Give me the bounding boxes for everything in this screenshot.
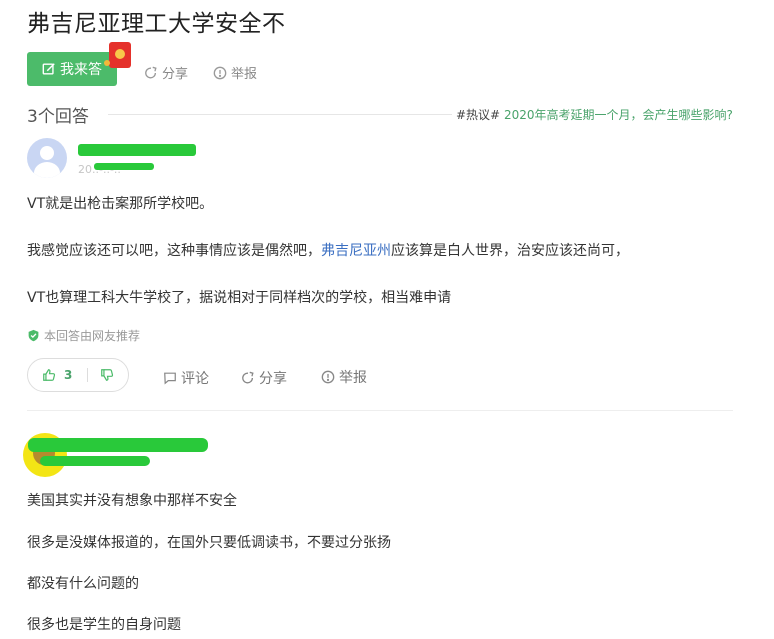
paragraph-text: 应该算是白人世界，治安应该还尚可， <box>391 243 629 259</box>
vote-control: 3 <box>27 358 129 392</box>
keyword-link[interactable]: 弗吉尼亚州 <box>321 243 391 259</box>
recommend-text: 本回答由网友推荐 <box>44 329 141 343</box>
warning-icon <box>213 66 227 79</box>
answer-paragraph: 很多是没媒体报道的，在国外只要低调读书，不要过分张扬 <box>27 535 391 551</box>
share-label: 分享 <box>259 371 287 387</box>
answer-button-label: 我来答 <box>60 62 102 78</box>
comment-label: 评论 <box>181 371 209 387</box>
answer-button[interactable]: 我来答 <box>27 52 117 86</box>
answer-paragraph: VT也算理工科大牛学校了，据说相对于同样档次的学校，相当难申请 <box>27 290 452 306</box>
report-label: 举报 <box>231 67 258 82</box>
date-redaction <box>40 456 150 466</box>
thumbs-up-icon <box>43 369 56 381</box>
share-icon <box>145 66 157 78</box>
username-redaction <box>28 438 208 452</box>
dislike-button[interactable] <box>88 368 114 382</box>
answer-paragraph: 都没有什么问题的 <box>27 576 139 592</box>
comment-icon <box>164 372 176 385</box>
paragraph-text: 我感觉应该还可以吧，这种事情应该是偶然吧， <box>27 243 321 259</box>
share-icon <box>242 371 254 384</box>
report-label: 举报 <box>339 370 367 386</box>
answer-paragraph: VT就是出枪击案那所学校吧。 <box>27 196 214 212</box>
comment-button[interactable]: 评论 <box>163 368 209 388</box>
answers-count: 3个回答 <box>27 107 89 127</box>
avatar-body <box>34 162 60 178</box>
edit-icon <box>42 63 55 75</box>
like-count: 3 <box>64 368 73 382</box>
hot-tag: #热议# <box>456 108 501 122</box>
answer-paragraph: 很多也是学生的自身问题 <box>27 617 181 633</box>
avatar-head <box>40 146 54 160</box>
answer-paragraph: 美国其实并没有想象中那样不安全 <box>27 493 237 509</box>
hot-topic-link[interactable]: 2020年高考延期一个月，会产生哪些影响? <box>504 108 733 122</box>
recommend-note: 本回答由网友推荐 <box>27 327 140 344</box>
like-button[interactable]: 3 <box>28 368 87 382</box>
avatar[interactable] <box>27 138 67 178</box>
answer-share-button[interactable]: 分享 <box>241 368 287 388</box>
red-packet-sparkle <box>104 60 110 66</box>
username-redaction <box>78 144 196 156</box>
section-divider <box>108 114 452 115</box>
answer-divider <box>27 410 733 411</box>
thumbs-down-icon <box>101 369 114 381</box>
answer-paragraph: 我感觉应该还可以吧，这种事情应该是偶然吧，弗吉尼亚州应该算是白人世界，治安应该还… <box>27 240 629 260</box>
report-button[interactable]: 举报 <box>213 63 257 82</box>
share-button[interactable]: 分享 <box>144 63 188 82</box>
red-packet-icon[interactable] <box>109 42 131 68</box>
date-redaction <box>94 163 154 170</box>
shield-check-icon <box>28 329 39 342</box>
share-label: 分享 <box>162 67 189 82</box>
question-title: 弗吉尼亚理工大学安全不 <box>27 11 286 37</box>
answer-report-button[interactable]: 举报 <box>321 367 367 387</box>
hot-topic: #热议# 2020年高考延期一个月，会产生哪些影响? <box>456 106 733 123</box>
warning-icon <box>321 370 335 384</box>
